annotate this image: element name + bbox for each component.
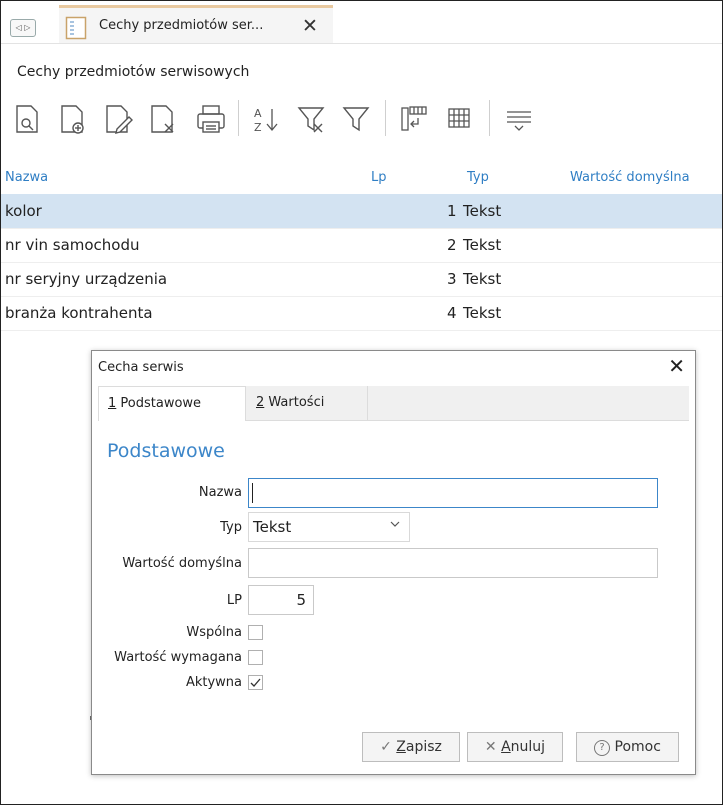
check-icon: ✓ <box>380 739 392 755</box>
tab-scroll-button[interactable]: ◁ ▷ <box>10 19 36 37</box>
view-icon[interactable] <box>13 98 49 138</box>
type-label: Typ <box>220 520 242 535</box>
delete-icon[interactable] <box>148 98 184 138</box>
save-button[interactable]: ✓ Zapisz <box>362 732 460 762</box>
checkmark-icon <box>250 678 261 687</box>
cell-name: nr vin samochodu <box>5 236 140 254</box>
help-icon: ? <box>594 740 611 756</box>
name-field[interactable] <box>248 478 658 508</box>
cell-type: Tekst <box>463 236 502 254</box>
cell-type: Tekst <box>463 202 502 220</box>
lp-label: LP <box>226 593 242 608</box>
tab-strip: ◁ ▷ Cechy przedmiotów ser... ✕ <box>1 1 722 44</box>
cell-lp: 1 <box>447 202 457 220</box>
feature-dialog: Cecha serwis ✕ 1 Podstawowe 2 Wartości P… <box>91 350 696 775</box>
svg-text:Z: Z <box>254 121 262 134</box>
table-row[interactable]: branża kontrahenta 4 Tekst <box>1 296 722 331</box>
help-button[interactable]: ? Pomoc <box>576 732 679 762</box>
document-list-icon <box>65 16 87 44</box>
tab-basic[interactable]: 1 Podstawowe <box>98 386 246 421</box>
active-label: Aktywna <box>185 675 242 690</box>
cell-lp: 2 <box>447 236 457 254</box>
close-dialog-icon[interactable]: ✕ <box>668 354 685 378</box>
common-checkbox[interactable] <box>248 625 263 640</box>
dialog-tab-bar: 1 Podstawowe 2 Wartości <box>98 386 689 421</box>
type-select[interactable]: Tekst <box>248 512 410 542</box>
text-caret <box>252 483 253 503</box>
window-edge-mark <box>90 716 91 720</box>
dialog-title: Cecha serwis <box>98 360 184 375</box>
svg-text:A: A <box>254 107 262 120</box>
cell-name: kolor <box>5 202 42 220</box>
tab-values[interactable]: 2 Wartości <box>246 386 368 420</box>
close-icon: ✕ <box>484 739 497 755</box>
cell-lp: 4 <box>447 304 457 322</box>
document-tab-title: Cechy przedmiotów ser... <box>99 18 264 33</box>
default-value-label: Wartość domyślna <box>122 556 242 571</box>
section-heading: Podstawowe <box>107 440 225 462</box>
table-row[interactable]: nr vin samochodu 2 Tekst <box>1 228 722 263</box>
module-title: Cechy przedmiotów serwisowych <box>17 64 250 80</box>
cancel-button[interactable]: ✕ Anuluj <box>467 732 563 762</box>
insert-icon[interactable] <box>396 98 432 138</box>
sort-az-icon[interactable]: A Z <box>249 98 285 138</box>
toolbar-separator <box>238 100 239 136</box>
default-value-field[interactable] <box>248 548 658 578</box>
lp-field[interactable]: 5 <box>248 585 314 615</box>
common-label: Wspólna <box>186 625 242 640</box>
column-header-name[interactable]: Nazwa <box>5 170 48 185</box>
lp-value: 5 <box>296 591 306 609</box>
cell-type: Tekst <box>463 270 502 288</box>
column-header-default[interactable]: Wartość domyślna <box>570 170 690 185</box>
column-header-type[interactable]: Typ <box>467 170 489 185</box>
table-row[interactable]: kolor 1 Tekst <box>1 194 722 229</box>
print-icon[interactable] <box>193 98 229 138</box>
required-label: Wartość wymagana <box>114 650 242 665</box>
document-tab[interactable]: Cechy przedmiotów ser... ✕ <box>59 5 333 43</box>
name-label: Nazwa <box>198 485 242 500</box>
filter-icon[interactable] <box>339 98 375 138</box>
cell-name: branża kontrahenta <box>5 304 153 322</box>
toolbar-separator <box>489 100 490 136</box>
toolbar-separator <box>385 100 386 136</box>
totals-icon[interactable] <box>501 98 537 138</box>
toolbar: A Z <box>13 98 713 140</box>
close-tab-icon[interactable]: ✕ <box>302 15 318 37</box>
table-row[interactable]: nr seryjny urządzenia 3 Tekst <box>1 262 722 297</box>
cell-name: nr seryjny urządzenia <box>5 270 168 288</box>
chevron-down-icon <box>389 518 401 533</box>
column-header-lp[interactable]: Lp <box>371 170 387 185</box>
required-checkbox[interactable] <box>248 650 263 665</box>
type-select-value: Tekst <box>253 518 292 536</box>
edit-icon[interactable] <box>103 98 139 138</box>
active-checkbox[interactable] <box>248 675 263 690</box>
grid-icon[interactable] <box>441 98 477 138</box>
cell-lp: 3 <box>447 270 457 288</box>
cell-type: Tekst <box>463 304 502 322</box>
add-icon[interactable] <box>58 98 94 138</box>
grid-header: Nazwa Lp Typ Wartość domyślna <box>1 165 722 191</box>
filter-clear-icon[interactable] <box>294 98 330 138</box>
